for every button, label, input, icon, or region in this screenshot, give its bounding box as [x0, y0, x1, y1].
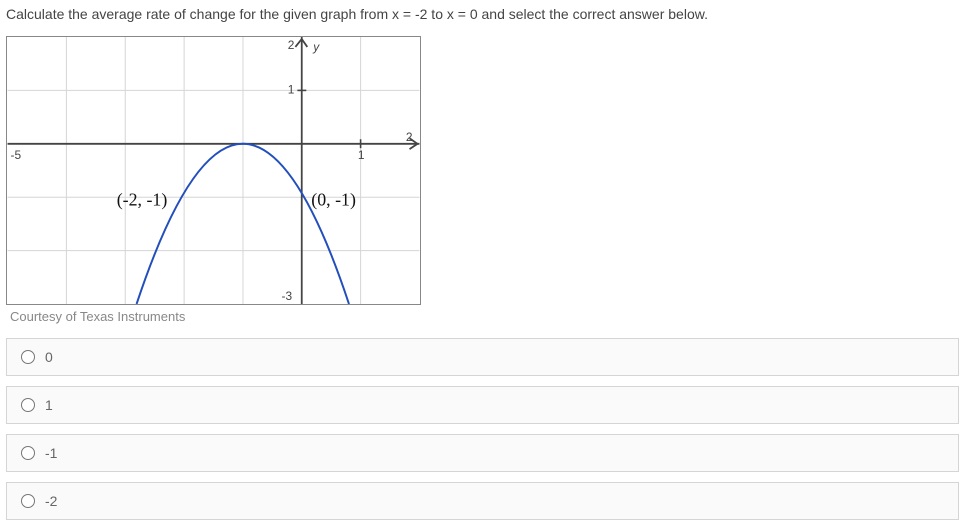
- option-2[interactable]: -1: [6, 434, 959, 472]
- courtesy-text: Courtesy of Texas Instruments: [10, 309, 959, 324]
- point1-label: (-2, -1): [117, 190, 168, 211]
- question-text: Calculate the average rate of change for…: [6, 6, 959, 22]
- y-mid-tick: 1: [288, 83, 295, 97]
- option-0-label: 0: [45, 349, 53, 365]
- x-left-tick: -5: [11, 148, 22, 162]
- point2-label: (0, -1): [311, 190, 356, 211]
- option-1-label: 1: [45, 397, 53, 413]
- graph-svg: 2 y 1 -5 1 2 -3 (-2, -1) (0, -1): [7, 37, 420, 304]
- options-list: 0 1 -1 -2: [6, 338, 959, 520]
- radio-2[interactable]: [21, 446, 35, 460]
- radio-3[interactable]: [21, 494, 35, 508]
- radio-0[interactable]: [21, 350, 35, 364]
- option-3-label: -2: [45, 493, 57, 509]
- option-0[interactable]: 0: [6, 338, 959, 376]
- x-right-tick: 2: [406, 130, 413, 144]
- x-tick-1: 1: [358, 148, 365, 162]
- y-top-tick: 2: [288, 38, 295, 52]
- option-1[interactable]: 1: [6, 386, 959, 424]
- y-axis-label: y: [312, 40, 320, 54]
- option-2-label: -1: [45, 445, 57, 461]
- radio-1[interactable]: [21, 398, 35, 412]
- y-bottom-tick: -3: [281, 289, 292, 303]
- graph-panel: 2 y 1 -5 1 2 -3 (-2, -1) (0, -1): [6, 36, 421, 305]
- option-3[interactable]: -2: [6, 482, 959, 520]
